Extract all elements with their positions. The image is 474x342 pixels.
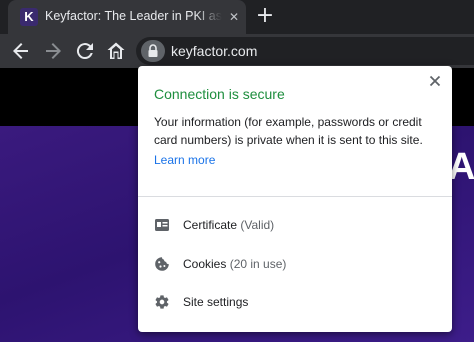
gear-icon xyxy=(155,295,169,309)
site-settings-label: Site settings xyxy=(183,295,249,309)
url-text[interactable]: keyfactor.com xyxy=(171,42,257,60)
site-info-button[interactable] xyxy=(141,40,165,62)
site-settings-item[interactable]: Site settings xyxy=(138,283,452,321)
keyfactor-favicon-icon: K xyxy=(20,8,38,26)
lock-icon xyxy=(148,44,158,57)
cookies-label: Cookies xyxy=(183,257,227,271)
tab-title: Keyfactor: The Leader in PKI as-a-Servic… xyxy=(45,9,222,23)
tab-strip: K Keyfactor: The Leader in PKI as-a-Serv… xyxy=(0,0,474,34)
browser-tab[interactable]: K Keyfactor: The Leader in PKI as-a-Serv… xyxy=(8,0,246,34)
cookies-count: (20 in use) xyxy=(229,257,287,271)
connection-status-title: Connection is secure xyxy=(154,86,285,102)
cookies-item[interactable]: Cookies (20 in use) xyxy=(138,245,452,283)
cookie-icon xyxy=(155,257,169,271)
divider xyxy=(138,196,452,197)
certificate-label: Certificate xyxy=(183,218,238,232)
site-info-popup: Connection is secure Your information (f… xyxy=(138,66,452,332)
new-tab-button[interactable]: + xyxy=(254,5,276,27)
close-icon[interactable] xyxy=(426,72,444,90)
back-arrow-icon[interactable] xyxy=(9,39,33,63)
reload-icon[interactable] xyxy=(73,39,97,63)
learn-more-link[interactable]: Learn more xyxy=(154,151,215,169)
certificate-icon xyxy=(155,219,169,231)
home-icon[interactable] xyxy=(104,39,128,63)
forward-arrow-icon[interactable] xyxy=(41,39,65,63)
connection-description: Your information (for example, passwords… xyxy=(154,115,423,147)
certificate-status: (Valid) xyxy=(240,218,275,232)
tab-close-icon[interactable]: ✕ xyxy=(226,9,242,25)
certificate-item[interactable]: Certificate (Valid) xyxy=(138,206,452,244)
